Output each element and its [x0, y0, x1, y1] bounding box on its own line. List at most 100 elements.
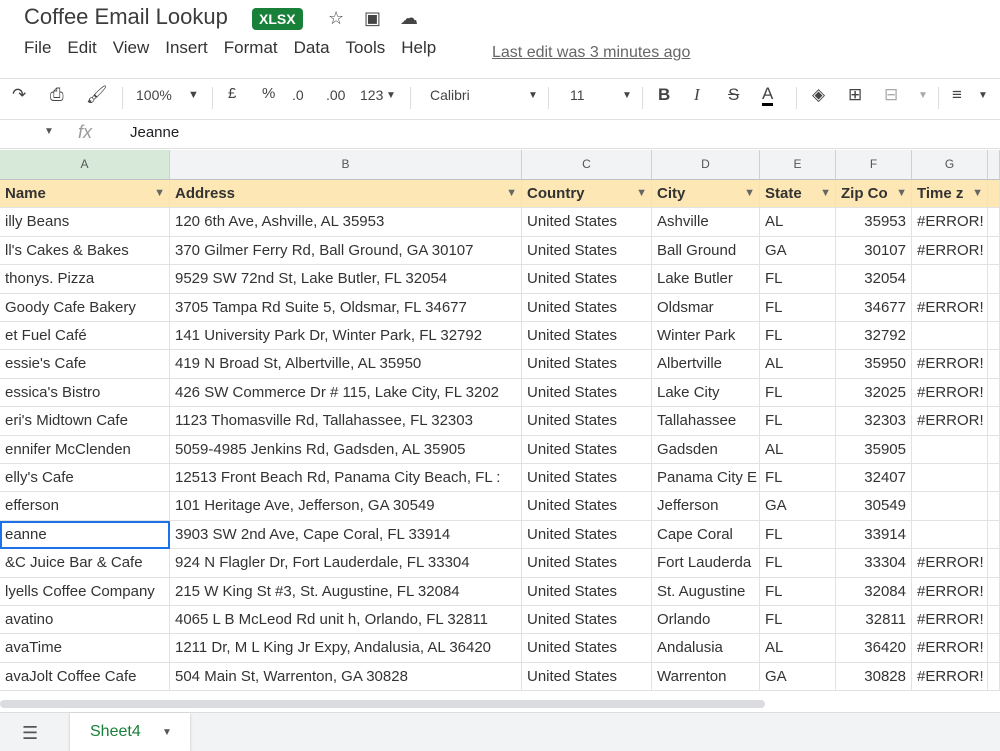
- cell-zip[interactable]: 32811: [836, 606, 912, 635]
- merge-dropdown-icon[interactable]: ▼: [918, 90, 928, 101]
- strikethrough-icon[interactable]: S: [728, 85, 739, 105]
- cell-state[interactable]: AL: [760, 208, 836, 237]
- cell-state[interactable]: FL: [760, 378, 836, 408]
- menu-view[interactable]: View: [113, 38, 150, 58]
- cell-timezone[interactable]: #ERROR!: [912, 350, 988, 379]
- currency-button[interactable]: £: [228, 85, 236, 102]
- sheet-tab[interactable]: Sheet4 ▼: [70, 713, 190, 751]
- cell-timezone[interactable]: [912, 520, 988, 550]
- cell-next[interactable]: [988, 236, 1000, 266]
- menu-file[interactable]: File: [24, 38, 51, 58]
- cell-next[interactable]: [988, 293, 1000, 322]
- cell-name[interactable]: thonys. Pizza: [0, 265, 170, 294]
- menu-insert[interactable]: Insert: [165, 38, 208, 58]
- horizontal-scrollbar[interactable]: [0, 700, 765, 708]
- formats-dropdown-icon[interactable]: ▼: [386, 90, 396, 101]
- font-size-select[interactable]: 11: [570, 87, 585, 103]
- redo-icon[interactable]: ↷: [12, 85, 26, 105]
- cell-zip[interactable]: 30549: [836, 492, 912, 521]
- cell-state[interactable]: FL: [760, 606, 836, 635]
- cell-next[interactable]: [988, 322, 1000, 351]
- cell-address[interactable]: 215 W King St #3, St. Augustine, FL 3208…: [170, 577, 522, 606]
- cell-country[interactable]: United States: [522, 236, 652, 266]
- cell-zip[interactable]: 30828: [836, 662, 912, 692]
- cell-name[interactable]: ll's Cakes & Bakes: [0, 236, 170, 266]
- cell-name[interactable]: ennifer McClenden: [0, 435, 170, 464]
- header-cell-timezone[interactable]: Time z ▼: [912, 180, 988, 209]
- cell-city[interactable]: Tallahassee: [652, 407, 760, 436]
- cell-zip[interactable]: 32303: [836, 407, 912, 436]
- cell-timezone[interactable]: #ERROR!: [912, 208, 988, 237]
- cell-zip[interactable]: 32792: [836, 322, 912, 351]
- cell-name[interactable]: elly's Cafe: [0, 464, 170, 493]
- align-icon[interactable]: ≡: [952, 85, 962, 105]
- column-header-d[interactable]: D: [652, 150, 760, 180]
- cell-city[interactable]: Ashville: [652, 208, 760, 237]
- cell-next[interactable]: [988, 265, 1000, 294]
- cell-country[interactable]: United States: [522, 293, 652, 322]
- cell-state[interactable]: FL: [760, 407, 836, 436]
- bold-icon[interactable]: B: [658, 85, 670, 105]
- cell-next[interactable]: [988, 577, 1000, 606]
- cell-next[interactable]: [988, 606, 1000, 635]
- cell-next[interactable]: [988, 662, 1000, 692]
- cell-city[interactable]: Winter Park: [652, 322, 760, 351]
- cell-name[interactable]: avatino: [0, 606, 170, 635]
- cell-zip[interactable]: 35905: [836, 435, 912, 464]
- column-header-a[interactable]: A: [0, 150, 170, 180]
- cell-country[interactable]: United States: [522, 265, 652, 294]
- cell-country[interactable]: United States: [522, 208, 652, 237]
- cell-address[interactable]: 1123 Thomasville Rd, Tallahassee, FL 323…: [170, 407, 522, 436]
- zoom-dropdown-icon[interactable]: ▼: [188, 89, 199, 101]
- cell-timezone[interactable]: #ERROR!: [912, 549, 988, 578]
- cell-address[interactable]: 370 Gilmer Ferry Rd, Ball Ground, GA 301…: [170, 236, 522, 266]
- cell-timezone[interactable]: #ERROR!: [912, 634, 988, 663]
- header-cell-city[interactable]: City ▼: [652, 180, 760, 209]
- column-header-c[interactable]: C: [522, 150, 652, 180]
- cell-timezone[interactable]: [912, 492, 988, 521]
- header-cell-name[interactable]: Name ▼: [0, 180, 170, 209]
- cell-city[interactable]: Albertville: [652, 350, 760, 379]
- cell-timezone[interactable]: #ERROR!: [912, 577, 988, 606]
- cell-state[interactable]: AL: [760, 350, 836, 379]
- cell-city[interactable]: Warrenton: [652, 662, 760, 692]
- document-title[interactable]: Coffee Email Lookup: [24, 4, 228, 30]
- cell-city[interactable]: Gadsden: [652, 435, 760, 464]
- cell-state[interactable]: GA: [760, 492, 836, 521]
- menu-data[interactable]: Data: [294, 38, 330, 58]
- print-icon[interactable]: ⎙: [50, 85, 64, 105]
- cell-state[interactable]: FL: [760, 322, 836, 351]
- font-dropdown-icon[interactable]: ▼: [528, 90, 538, 101]
- cell-city[interactable]: Jefferson: [652, 492, 760, 521]
- column-header-b[interactable]: B: [170, 150, 522, 180]
- more-formats-button[interactable]: 123: [360, 87, 383, 103]
- filter-icon[interactable]: ▼: [506, 187, 517, 199]
- cell-state[interactable]: GA: [760, 662, 836, 692]
- size-dropdown-icon[interactable]: ▼: [622, 90, 632, 101]
- cell-address[interactable]: 3903 SW 2nd Ave, Cape Coral, FL 33914: [170, 520, 522, 550]
- cell-timezone[interactable]: #ERROR!: [912, 293, 988, 322]
- cell-country[interactable]: United States: [522, 577, 652, 606]
- column-header-e[interactable]: E: [760, 150, 836, 180]
- sheet-tab-dropdown-icon[interactable]: ▼: [162, 727, 172, 738]
- cell-city[interactable]: Lake City: [652, 378, 760, 408]
- cell-country[interactable]: United States: [522, 520, 652, 550]
- cell-city[interactable]: Orlando: [652, 606, 760, 635]
- cell-name[interactable]: eri's Midtown Cafe: [0, 407, 170, 436]
- cell-state[interactable]: FL: [760, 464, 836, 493]
- all-sheets-icon[interactable]: ☰: [22, 723, 38, 744]
- name-box-dropdown-icon[interactable]: ▼: [44, 126, 54, 137]
- cell-city[interactable]: Ball Ground: [652, 236, 760, 266]
- cell-country[interactable]: United States: [522, 464, 652, 493]
- merge-cells-icon[interactable]: ⊟: [884, 85, 898, 105]
- header-cell-state[interactable]: State ▼: [760, 180, 836, 209]
- cell-timezone[interactable]: #ERROR!: [912, 662, 988, 692]
- cell-country[interactable]: United States: [522, 378, 652, 408]
- cell-next[interactable]: [988, 208, 1000, 237]
- filter-icon[interactable]: ▼: [636, 187, 647, 199]
- cell-city[interactable]: Oldsmar: [652, 293, 760, 322]
- cell-address[interactable]: 504 Main St, Warrenton, GA 30828: [170, 662, 522, 692]
- cell-city[interactable]: Lake Butler: [652, 265, 760, 294]
- cell-country[interactable]: United States: [522, 492, 652, 521]
- align-dropdown-icon[interactable]: ▼: [978, 90, 988, 101]
